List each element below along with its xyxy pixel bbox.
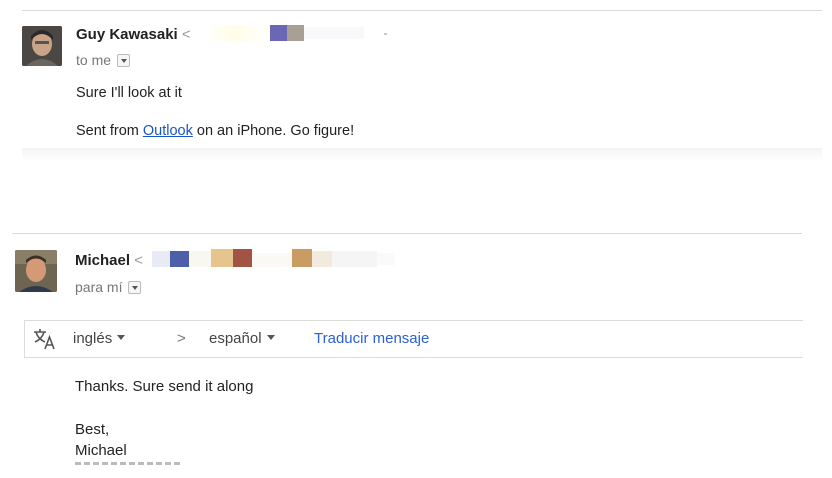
recipient-line: to me [76, 52, 131, 68]
recipient-label: to me [76, 52, 112, 68]
sender: Guy Kawasaki < [76, 26, 191, 43]
signature-suffix: on an iPhone. Go figure! [192, 123, 355, 139]
translate-message-button[interactable]: Traducir mensaje [314, 330, 429, 347]
source-language-select[interactable]: inglés [73, 330, 126, 347]
chevron-down-icon [117, 334, 126, 340]
redacted-email [152, 249, 397, 269]
sender-photo-icon [22, 26, 62, 66]
redacted-email [200, 25, 390, 41]
sender-email-open: < [181, 26, 191, 43]
message-divider [12, 233, 802, 234]
details-dropdown-icon[interactable] [117, 53, 131, 67]
message-body-line: Sure I'll look at it [76, 85, 182, 101]
source-language-label: inglés [73, 330, 113, 347]
sender-email-open: < [134, 252, 143, 269]
top-divider [22, 10, 822, 11]
sender: Michael < [75, 252, 143, 269]
message-fade [22, 148, 822, 162]
translate-icon [32, 327, 58, 351]
message-body-line: Thanks. Sure send it along [75, 378, 254, 395]
target-language-label: español [209, 330, 262, 347]
avatar[interactable] [15, 250, 57, 292]
truncated-signature-line [75, 462, 180, 465]
avatar[interactable] [22, 26, 62, 66]
recipient-line: para mí [75, 279, 142, 295]
sender-name[interactable]: Michael [75, 252, 130, 269]
translate-bar: inglés > español Traducir mensaje [24, 320, 803, 358]
recipient-label: para mí [75, 279, 123, 295]
language-arrow: > [177, 330, 186, 347]
signature-prefix: Sent from [76, 123, 143, 139]
chevron-down-icon [266, 334, 275, 340]
message-signature: Sent from Outlook on an iPhone. Go figur… [76, 123, 354, 139]
sender-photo-icon [15, 250, 57, 292]
sender-name[interactable]: Guy Kawasaki [76, 26, 178, 43]
message-closing: Best, [75, 421, 110, 438]
target-language-select[interactable]: español [209, 330, 275, 347]
details-dropdown-icon[interactable] [128, 280, 142, 294]
outlook-link[interactable]: Outlook [143, 123, 193, 139]
message-signature-name: Michael [75, 442, 127, 459]
